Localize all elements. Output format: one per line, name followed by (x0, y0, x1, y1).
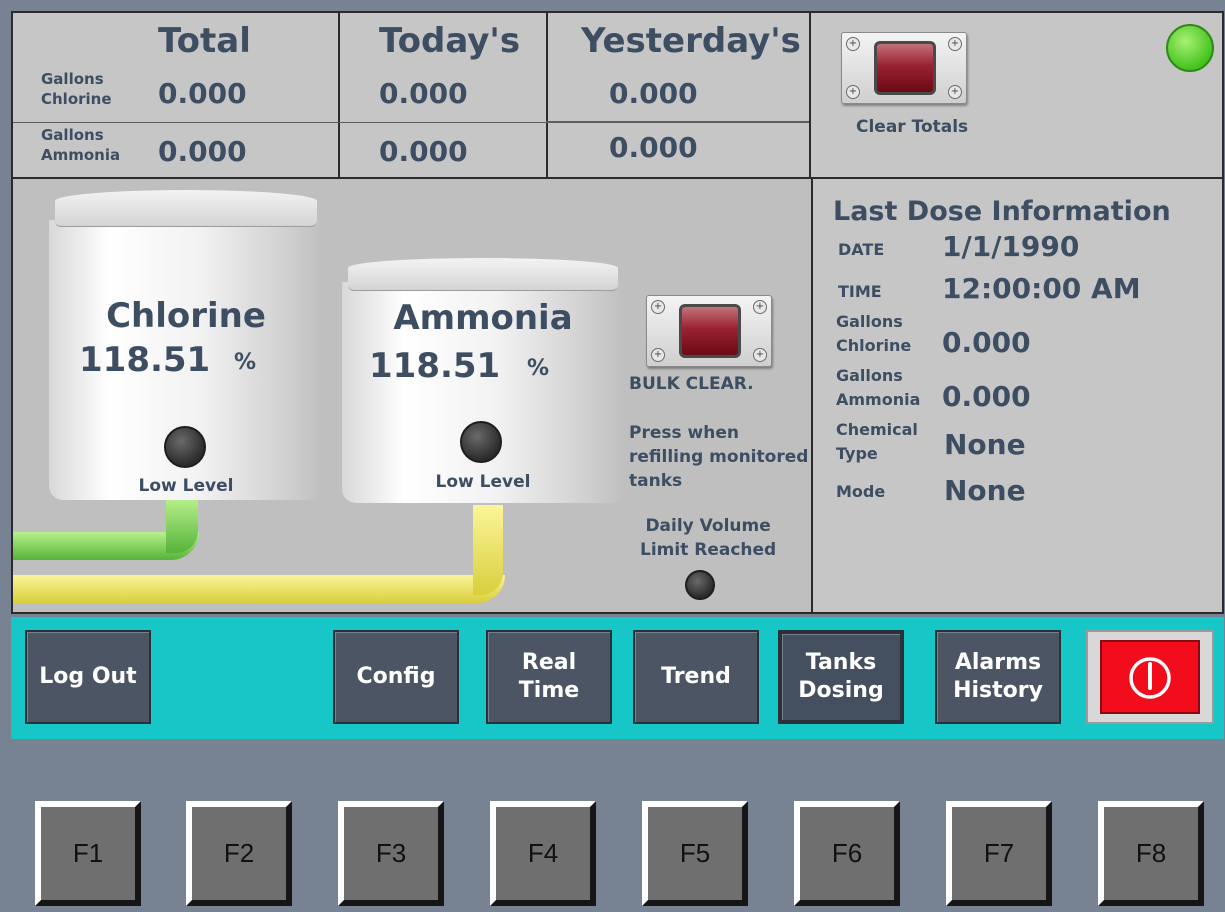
header-yesterday: Yesterday's (581, 21, 801, 61)
chlorine-tank-name: Chlorine (106, 296, 266, 336)
screw-icon: + (948, 37, 962, 51)
date-label: DATE (838, 240, 885, 259)
status-indicator-led (1166, 24, 1214, 72)
ammonia-pipe-horizontal (13, 575, 505, 603)
bulk-clear-label: BULK CLEAR. (629, 374, 754, 394)
trend-button[interactable]: Trend (633, 630, 759, 724)
screw-icon: + (846, 37, 860, 51)
dose-chlorine-label: Gallons Chlorine (836, 312, 912, 355)
chlorine-tank-level: 118.51 (79, 340, 211, 380)
yesterday-ammonia: 0.000 (609, 131, 698, 164)
totals-table: Total Today's Yesterday's Gallons Chlorin… (11, 11, 811, 179)
row-label-chlorine: Gallons Chlorine (41, 70, 112, 108)
f4-key[interactable]: F4 (490, 801, 596, 906)
real-time-button[interactable]: Real Time (486, 630, 612, 724)
chemical-type-label: Chemical Type (836, 420, 918, 463)
f7-key[interactable]: F7 (946, 801, 1052, 906)
screw-icon: + (651, 300, 665, 314)
screw-icon: + (753, 348, 767, 362)
logout-button[interactable]: Log Out (25, 630, 151, 724)
last-dose-title: Last Dose Information (833, 196, 1171, 227)
header-total: Total (158, 21, 251, 61)
f3-key[interactable]: F3 (338, 801, 444, 906)
screw-icon: + (948, 85, 962, 99)
today-ammonia: 0.000 (379, 135, 468, 168)
dose-ammonia-value: 0.000 (942, 380, 1031, 413)
f8-key[interactable]: F8 (1098, 801, 1204, 906)
daily-volume-limit-lamp (685, 570, 715, 600)
ammonia-tank-level: 118.51 (369, 346, 501, 386)
today-chlorine: 0.000 (379, 77, 468, 110)
bulk-clear-button[interactable]: + + + + (646, 295, 772, 367)
ammonia-tank-unit: % (527, 356, 550, 381)
config-button[interactable]: Config (333, 630, 459, 724)
time-value: 12:00:00 AM (942, 272, 1141, 305)
header-today: Today's (379, 21, 521, 61)
time-label: TIME (838, 282, 882, 301)
chemical-type-value: None (944, 428, 1026, 461)
power-button[interactable] (1086, 630, 1214, 724)
ammonia-tank: Ammonia 118.51 % Low Level (342, 258, 624, 503)
ammonia-pipe-vertical (473, 505, 503, 595)
bulk-clear-note: Press when refilling monitored tanks (629, 423, 809, 491)
f6-key[interactable]: F6 (794, 801, 900, 906)
alarms-history-button[interactable]: Alarms History (935, 630, 1061, 724)
dose-chlorine-value: 0.000 (942, 326, 1031, 359)
mode-label: Mode (836, 482, 886, 501)
red-button-cap (679, 304, 741, 358)
screw-icon: + (753, 300, 767, 314)
date-value: 1/1/1990 (942, 230, 1080, 263)
daily-volume-label: Daily Volume Limit Reached (640, 516, 777, 560)
clear-totals-label: Clear Totals (856, 117, 969, 137)
dose-ammonia-label: Gallons Ammonia (836, 366, 921, 409)
mode-value: None (944, 474, 1026, 507)
f2-key[interactable]: F2 (186, 801, 292, 906)
row-label-ammonia: Gallons Ammonia (41, 126, 121, 164)
total-chlorine: 0.000 (158, 77, 247, 110)
chlorine-tank: Chlorine 118.51 % Low Level (49, 190, 323, 500)
tanks-dosing-button[interactable]: Tanks Dosing (778, 630, 904, 724)
chlorine-tank-unit: % (234, 350, 257, 375)
clear-totals-button[interactable]: + + + + (841, 32, 967, 104)
power-button-face (1100, 640, 1200, 714)
yesterday-chlorine: 0.000 (609, 77, 698, 110)
chlorine-low-level-lamp (164, 426, 206, 468)
screw-icon: + (651, 348, 665, 362)
ammonia-low-level-lamp (460, 421, 502, 463)
chlorine-low-level-label: Low Level (138, 476, 234, 496)
total-ammonia: 0.000 (158, 135, 247, 168)
red-button-cap (874, 41, 936, 95)
ammonia-low-level-label: Low Level (435, 472, 531, 492)
screw-icon: + (846, 85, 860, 99)
ammonia-tank-name: Ammonia (393, 298, 573, 338)
f1-key[interactable]: F1 (35, 801, 141, 906)
power-icon (1129, 657, 1171, 699)
f5-key[interactable]: F5 (642, 801, 748, 906)
